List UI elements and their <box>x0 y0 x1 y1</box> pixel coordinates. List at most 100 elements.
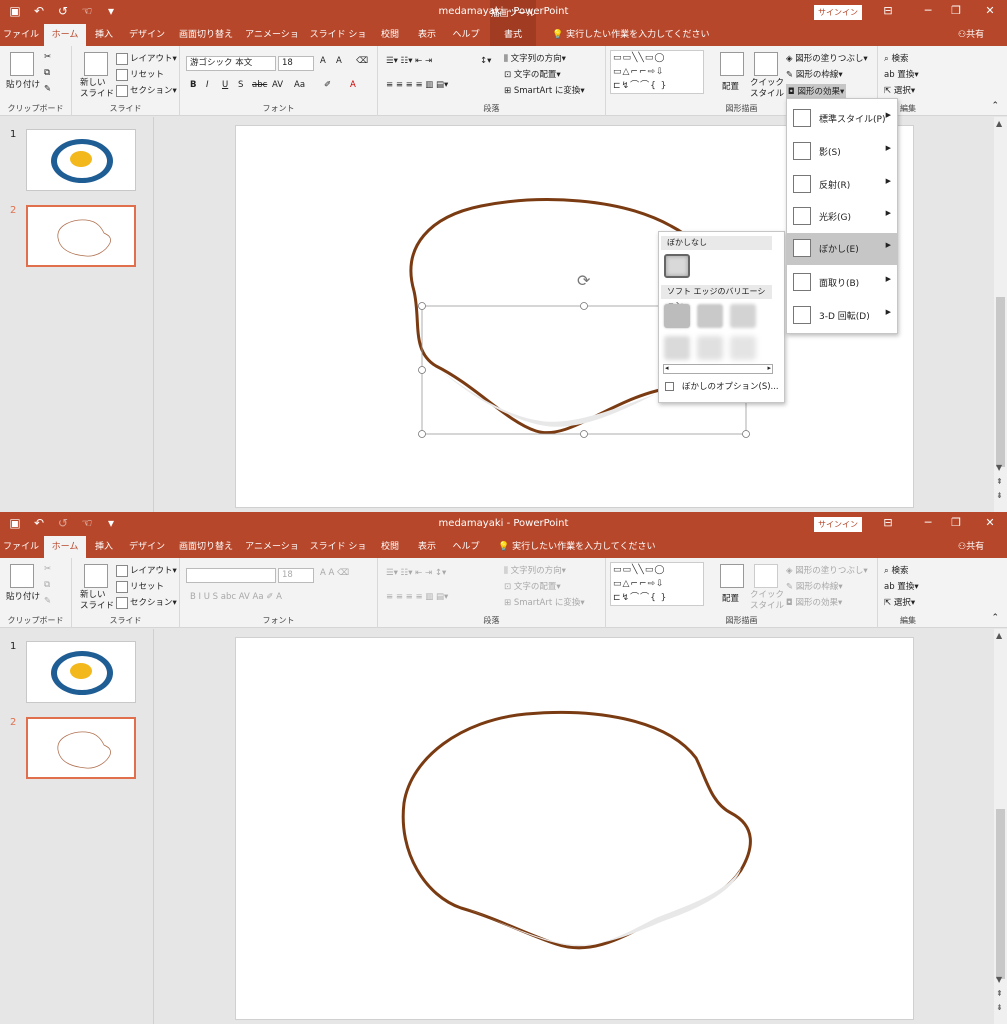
shapes-gallery[interactable]: ▭▭╲╲▭◯ ▭△⌐⌐⇨⇩ ⊏↯⌒⌒{ } <box>610 562 704 606</box>
replace-button[interactable]: ab 置換▾ <box>884 68 919 80</box>
scroll-thumb[interactable] <box>996 809 1005 979</box>
tab-slideshow[interactable]: スライド ショー <box>308 24 368 62</box>
quick-styles-button[interactable]: クイック スタイル <box>750 78 784 100</box>
soft-edge-option-5[interactable] <box>697 336 723 360</box>
menu-item-soft-edges[interactable]: ぼかし(E) ▶ <box>787 233 897 265</box>
paste-icon[interactable] <box>10 564 34 588</box>
collapse-ribbon-icon[interactable]: ⌃ <box>991 101 999 111</box>
tab-view[interactable]: 表示 <box>410 536 444 558</box>
scroll-down-icon[interactable]: ▼ <box>996 463 1002 472</box>
soft-edge-option-3[interactable] <box>730 304 756 328</box>
tab-file[interactable]: ファイル <box>0 536 42 558</box>
next-slide-icon[interactable]: ⇟ <box>996 491 1003 500</box>
bullets-icon[interactable]: ☰▾ ☷▾ ⇤ ⇥ ↕▾ <box>386 568 446 578</box>
align-text-button[interactable]: ⊡ 文字の配置▾ <box>504 68 561 80</box>
tab-home[interactable]: ホーム <box>44 24 86 46</box>
tab-transitions[interactable]: 画面切り替え <box>176 24 236 46</box>
font-format-icons[interactable]: B I U S abc AV Aa ✐ A <box>190 592 282 602</box>
smartart-button[interactable]: ⊞ SmartArt に変換▾ <box>504 596 585 608</box>
vertical-scrollbar[interactable]: ▲ ▼ ⇞ ⇟ <box>994 117 1007 512</box>
tab-help[interactable]: ヘルプ <box>448 24 484 46</box>
slide-thumbnail-2[interactable] <box>26 205 136 267</box>
font-color-button[interactable]: A <box>350 80 356 90</box>
shadow-button[interactable]: S <box>238 80 243 90</box>
tab-slideshow[interactable]: スライド ショー <box>308 536 368 574</box>
ribbon-display-icon[interactable]: ⊟ <box>878 516 898 529</box>
tab-design[interactable]: デザイン <box>124 536 170 558</box>
select-button[interactable]: ⇱ 選択▾ <box>884 84 915 96</box>
italic-button[interactable]: I <box>206 80 209 90</box>
shrink-font-button[interactable]: A <box>336 56 342 66</box>
blur-options-item[interactable]: ぼかしのオプション(S)... <box>665 380 779 392</box>
soft-edge-option-6[interactable] <box>730 336 756 360</box>
align-icons[interactable]: ≡ ≡ ≡ ≡ ▥ ▤▾ <box>386 592 448 602</box>
soft-edge-option-1[interactable] <box>664 304 690 328</box>
scroll-up-icon[interactable]: ▲ <box>996 631 1002 640</box>
close-icon[interactable]: ✕ <box>980 4 1000 17</box>
share-button[interactable]: ⚇共有 <box>958 24 984 46</box>
shape-effects-button[interactable]: ◘ 図形の効果▾ <box>786 596 842 608</box>
font-size-box[interactable]: 18 <box>278 56 314 71</box>
shape-outline-button[interactable]: ✎ 図形の枠線▾ <box>786 68 843 80</box>
soft-edge-option-2[interactable] <box>697 304 723 328</box>
format-painter-icon[interactable]: ✎ <box>44 84 51 94</box>
font-size-box[interactable]: 18 <box>278 568 314 583</box>
copy-icon[interactable]: ⧉ <box>44 68 50 78</box>
gallery-scrollbar[interactable]: ◂ ▸ <box>663 364 773 374</box>
align-icons[interactable]: ≡ ≡ ≡ ≡ ▥ ▤▾ <box>386 80 448 90</box>
tab-insert[interactable]: 挿入 <box>88 536 120 558</box>
layout-button[interactable]: レイアウト▾ <box>116 52 177 65</box>
clear-format-icon[interactable]: ⌫ <box>356 56 368 66</box>
tab-design[interactable]: デザイン <box>124 24 170 46</box>
format-painter-icon[interactable]: ✎ <box>44 596 51 606</box>
shape-fill-button[interactable]: ◈ 図形の塗りつぶし▾ <box>786 564 868 576</box>
text-direction-button[interactable]: ⫼ 文字列の方向▾ <box>504 564 566 576</box>
menu-item-bevel[interactable]: 面取り(B) ▶ <box>787 267 897 297</box>
menu-item-reflection[interactable]: 反射(R) ▶ <box>787 169 897 199</box>
highlight-icon[interactable]: ✐ <box>324 80 331 90</box>
shape-effects-button[interactable]: ◘ 図形の効果▾ <box>786 84 847 98</box>
scroll-up-icon[interactable]: ▲ <box>996 119 1002 128</box>
smartart-button[interactable]: ⊞ SmartArt に変換▾ <box>504 84 585 96</box>
arrange-icon[interactable] <box>720 52 744 76</box>
collapse-ribbon-icon[interactable]: ⌃ <box>991 613 999 623</box>
char-spacing-button[interactable]: AV <box>272 80 283 90</box>
restore-icon[interactable]: ❐ <box>946 516 966 529</box>
tell-me-box[interactable]: 💡 実行したい作業を入力してください <box>498 536 656 558</box>
quick-styles-icon[interactable] <box>754 564 778 588</box>
paste-button[interactable]: 貼り付け <box>6 78 40 90</box>
minimize-icon[interactable]: ─ <box>918 516 938 529</box>
prev-slide-icon[interactable]: ⇞ <box>996 477 1003 486</box>
restore-icon[interactable]: ❐ <box>946 4 966 17</box>
grow-font-icon[interactable]: A A ⌫ <box>320 568 349 578</box>
tell-me-box[interactable]: 💡 実行したい作業を入力してください <box>552 24 710 46</box>
reset-button[interactable]: リセット <box>116 68 164 81</box>
select-button[interactable]: ⇱ 選択▾ <box>884 596 915 608</box>
shapes-gallery[interactable]: ▭▭╲╲▭◯ ▭△⌐⌐⇨⇩ ⊏↯⌒⌒{ } <box>610 50 704 94</box>
next-slide-icon[interactable]: ⇟ <box>996 1003 1003 1012</box>
new-slide-icon[interactable] <box>84 564 108 588</box>
font-name-box[interactable]: 游ゴシック 本文 <box>186 56 276 71</box>
menu-item-shadow[interactable]: 影(S) ▶ <box>787 136 897 166</box>
soft-edge-option-4[interactable] <box>664 336 690 360</box>
tab-format[interactable]: 書式 <box>490 24 536 46</box>
ribbon-display-icon[interactable]: ⊟ <box>878 4 898 17</box>
font-name-box[interactable] <box>186 568 276 583</box>
shape-outline-button[interactable]: ✎ 図形の枠線▾ <box>786 580 843 592</box>
strikethrough-button[interactable]: abc <box>252 80 267 90</box>
vertical-scrollbar[interactable]: ▲ ▼ ⇞ ⇟ <box>994 629 1007 1024</box>
new-slide-icon[interactable] <box>84 52 108 76</box>
share-button[interactable]: ⚇共有 <box>958 536 984 558</box>
arrange-button[interactable]: 配置 <box>722 592 739 604</box>
tab-home[interactable]: ホーム <box>44 536 86 558</box>
underline-button[interactable]: U <box>222 80 228 90</box>
find-button[interactable]: ⌕ 検索 <box>884 564 908 576</box>
reset-button[interactable]: リセット <box>116 580 164 593</box>
menu-item-preset[interactable]: 標準スタイル(P) ▶ <box>787 103 897 133</box>
tab-review[interactable]: 校閲 <box>374 536 406 558</box>
tab-transitions[interactable]: 画面切り替え <box>176 536 236 558</box>
paste-button[interactable]: 貼り付け <box>6 590 40 602</box>
slide-thumbnail-1[interactable] <box>26 129 136 191</box>
signin-button[interactable]: サインイン <box>814 5 862 20</box>
grow-font-button[interactable]: A <box>320 56 326 66</box>
